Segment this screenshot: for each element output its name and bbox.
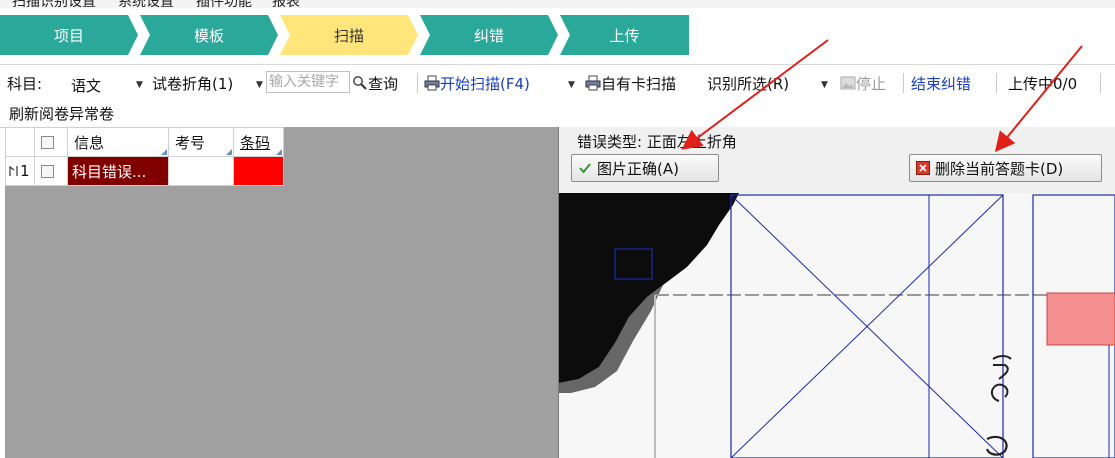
select-all-cell xyxy=(34,127,68,157)
upload-status: 上传中0/0 xyxy=(1008,75,1078,93)
column-header-label: 信息 xyxy=(74,133,105,152)
image-correct-button[interactable]: 图片正确(A) xyxy=(571,154,719,182)
menu-bar: 扫描识别设置 系统设置 插件功能 报表 xyxy=(0,0,1115,8)
error-detail-panel: 错误类型: 正面左上折角 图片正确(A) 删除当前答题卡(D) xyxy=(559,127,1115,458)
row-index: 1 xyxy=(20,162,30,180)
recognize-selected-button[interactable]: 识别所选(R) xyxy=(707,73,789,94)
chevron-down-icon[interactable]: ▼ xyxy=(256,80,263,90)
toolbar: 科目: 语文 ▼ 试卷折角(1) ▼ 查询 开始扫描(F4) ▼ 自有卡扫描 识… xyxy=(0,64,1115,128)
step-label: 扫描 xyxy=(333,26,364,45)
row-header-corner xyxy=(5,127,35,157)
row-checkbox[interactable] xyxy=(41,165,54,178)
column-header-exam-no[interactable]: 考号 xyxy=(168,127,234,157)
stop-button[interactable]: 停止 xyxy=(840,73,886,94)
row-index-cell: 1 xyxy=(5,156,35,186)
own-card-scan-button[interactable]: 自有卡扫描 xyxy=(585,73,676,94)
delete-icon xyxy=(916,161,930,175)
error-type-label: 错误类型: 正面左上折角 xyxy=(577,133,737,151)
table-row[interactable]: 1 科目错误... xyxy=(5,156,284,186)
image-correct-label: 图片正确(A) xyxy=(597,159,679,178)
chevron-down-icon[interactable]: ▼ xyxy=(821,80,828,90)
column-header-label: 条码 xyxy=(240,133,271,152)
start-scan-label: 开始扫描(F4) xyxy=(440,75,530,93)
own-card-scan-label: 自有卡扫描 xyxy=(601,75,677,93)
error-list-table: 信息 考号 条码 1 科目错误... xyxy=(5,127,284,186)
menu-item-scan-settings[interactable]: 扫描识别设置 xyxy=(12,0,96,8)
printer-icon xyxy=(585,75,601,91)
error-list-panel: 信息 考号 条码 1 科目错误... xyxy=(5,127,559,458)
edit-cursor-icon xyxy=(9,165,18,176)
select-all-checkbox[interactable] xyxy=(41,136,54,149)
exam-no-cell[interactable] xyxy=(168,156,234,186)
start-scan-button[interactable]: 开始扫描(F4) xyxy=(424,73,530,94)
step-template[interactable]: 模板 xyxy=(140,15,278,55)
scanned-answer-card-image xyxy=(559,193,1115,458)
check-icon xyxy=(579,163,591,174)
workflow-steps: 项目 模板 扫描 纠错 上传 xyxy=(0,15,700,55)
info-cell[interactable]: 科目错误... xyxy=(67,156,169,186)
row-select-cell xyxy=(34,156,68,186)
menu-item-plugins[interactable]: 插件功能 xyxy=(196,0,252,8)
step-upload[interactable]: 上传 xyxy=(560,15,689,55)
step-scan[interactable]: 扫描 xyxy=(280,15,418,55)
subject-label: 科目: xyxy=(7,75,43,93)
step-project[interactable]: 项目 xyxy=(0,15,138,55)
subject-select[interactable]: 语文 xyxy=(71,75,101,96)
barcode-cell[interactable] xyxy=(233,156,284,186)
column-header-info[interactable]: 信息 xyxy=(67,127,169,157)
chevron-down-icon[interactable]: ▼ xyxy=(568,80,575,90)
fold-filter-select[interactable]: 试卷折角(1) xyxy=(152,73,233,94)
keyword-search-input[interactable] xyxy=(266,71,350,93)
step-correction[interactable]: 纠错 xyxy=(420,15,558,55)
image-icon xyxy=(840,76,856,90)
table-header-row: 信息 考号 条码 xyxy=(5,127,284,157)
column-header-barcode[interactable]: 条码 xyxy=(233,127,284,157)
printer-icon xyxy=(424,75,440,91)
chevron-down-icon[interactable]: ▼ xyxy=(136,80,143,90)
query-button[interactable]: 查询 xyxy=(352,73,398,94)
finish-correction-button[interactable]: 结束纠错 xyxy=(911,73,971,94)
search-icon xyxy=(353,76,367,90)
menu-item-system-settings[interactable]: 系统设置 xyxy=(118,0,174,8)
menu-item-reports[interactable]: 报表 xyxy=(272,0,300,8)
stop-label: 停止 xyxy=(856,75,887,93)
step-label: 模板 xyxy=(193,26,224,45)
delete-answer-card-button[interactable]: 删除当前答题卡(D) xyxy=(909,154,1102,182)
column-header-label: 考号 xyxy=(175,133,206,152)
query-label: 查询 xyxy=(368,75,399,93)
step-label: 项目 xyxy=(53,26,84,45)
refresh-abnormal-button[interactable]: 刷新阅卷异常卷 xyxy=(9,103,114,124)
delete-answer-card-label: 删除当前答题卡(D) xyxy=(935,159,1064,178)
step-label: 纠错 xyxy=(473,26,504,45)
step-label: 上传 xyxy=(609,26,640,45)
answer-card-image-viewer[interactable] xyxy=(559,193,1115,458)
